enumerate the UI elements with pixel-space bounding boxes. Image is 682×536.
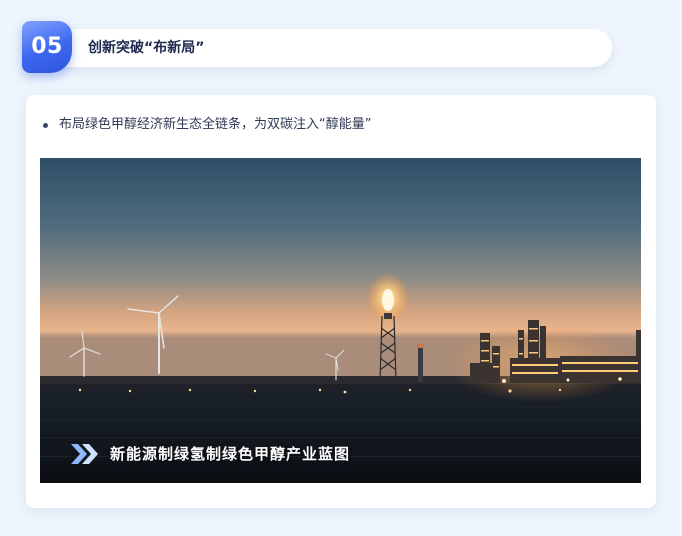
section-number-badge: 05 [22,21,72,73]
section-title: 创新突破“布新局” [88,40,205,56]
bullet-text: 布局绿色甲醇经济新生态全链条，为双碳注入“醇能量” [59,117,372,132]
industrial-night-photo: 新能源制绿氢制绿色甲醇产业蓝图 [40,158,641,483]
caption-text: 新能源制绿氢制绿色甲醇产业蓝图 [110,445,351,463]
bullet-dot-icon [43,123,48,128]
double-chevron-right-icon [71,444,98,464]
content-card: 布局绿色甲醇经济新生态全链条，为双碳注入“醇能量” 新能源制绿氢制绿色甲醇产业蓝… [26,95,656,508]
